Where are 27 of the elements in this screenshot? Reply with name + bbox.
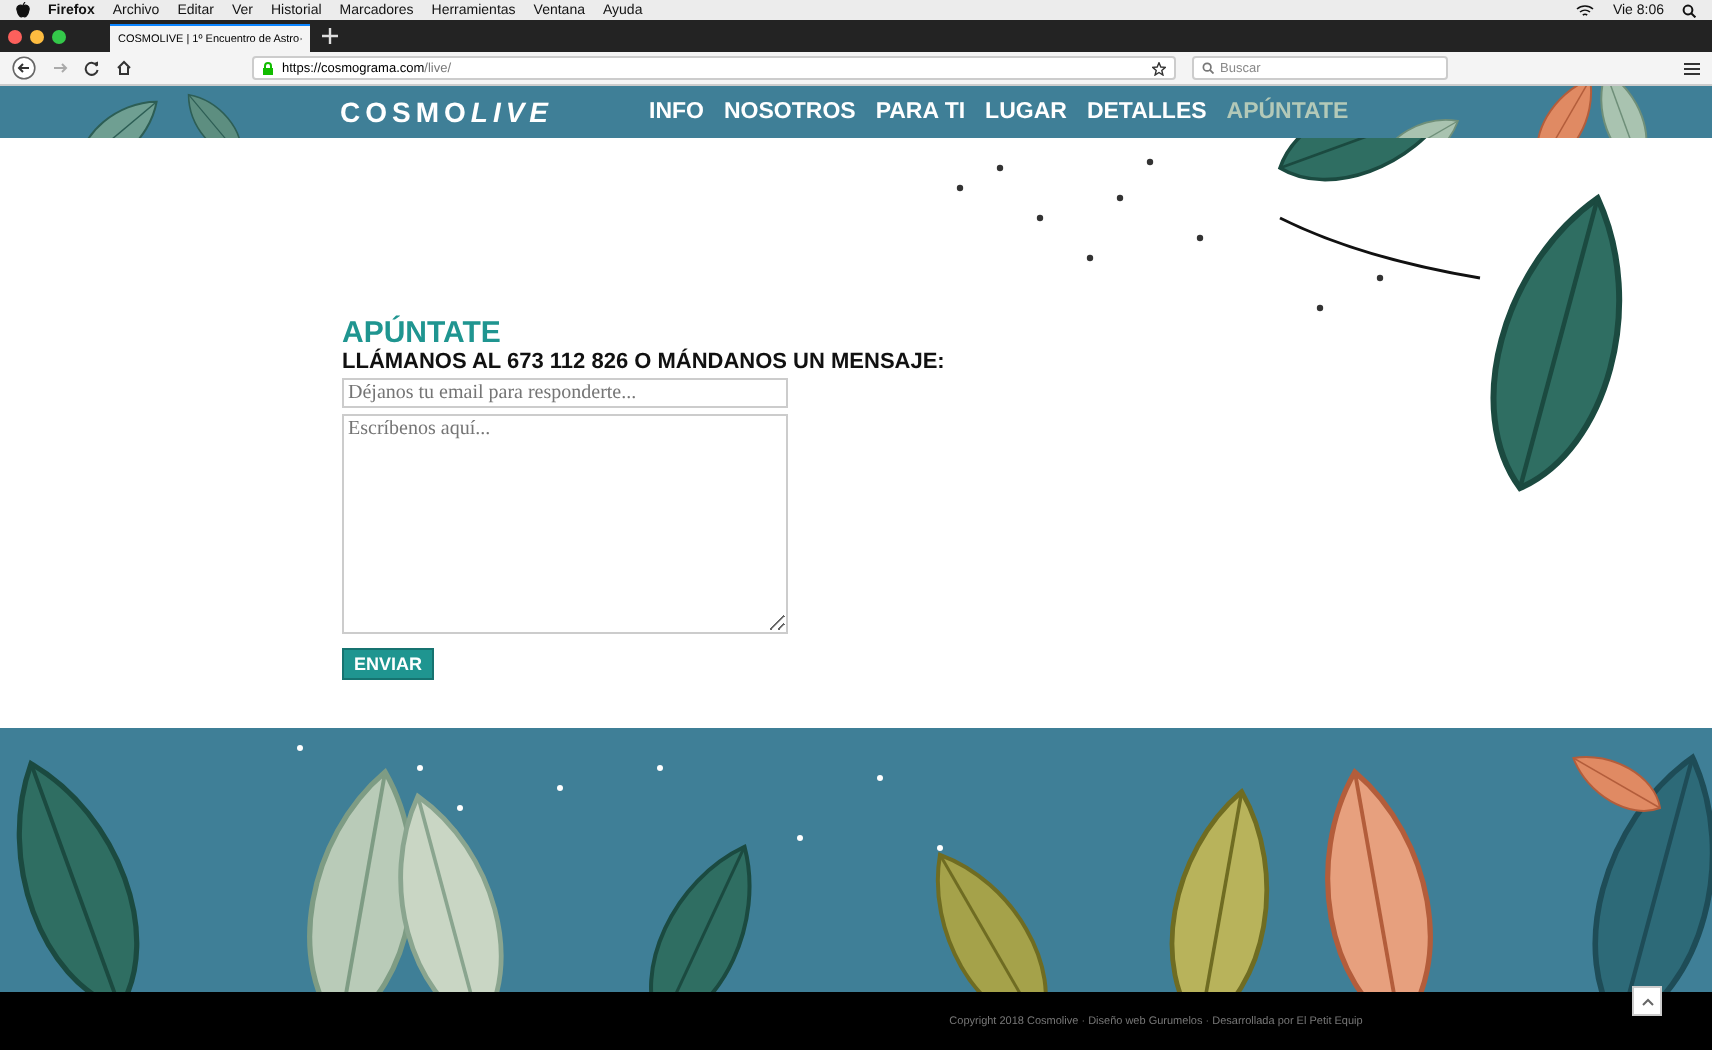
search-icon[interactable]	[1682, 3, 1696, 17]
scroll-top-button[interactable]	[1632, 986, 1662, 1016]
close-window-button[interactable]	[8, 29, 22, 43]
nav-link[interactable]: INFO	[649, 100, 704, 124]
back-icon[interactable]	[12, 56, 36, 80]
section-heading: APÚNTATE	[342, 318, 503, 350]
search-icon	[1202, 62, 1214, 74]
nav-link[interactable]: LUGAR	[985, 100, 1067, 124]
menu-icon[interactable]	[1684, 61, 1700, 75]
star-icon[interactable]	[1152, 61, 1166, 75]
wifi-icon[interactable]	[1576, 3, 1595, 17]
nav-link[interactable]: NOSOTROS	[724, 100, 856, 124]
lock-icon	[262, 61, 274, 75]
nav-link[interactable]: PARA TI	[875, 100, 966, 124]
reload-icon[interactable]	[84, 60, 100, 76]
site-logo[interactable]: COSMO LIVE	[340, 96, 554, 128]
submit-button[interactable]: ENVIAR	[342, 648, 435, 680]
new-tab-icon[interactable]	[322, 28, 338, 44]
message-field[interactable]: Escríbenos aquí...	[342, 414, 788, 634]
nav-link[interactable]: DETALLES	[1086, 100, 1207, 124]
contact-subheading: LLÁMANOS AL 673 112 826 O MÁNDANOS UN MENSAJE:	[342, 350, 947, 374]
chevron-up-icon	[1641, 997, 1653, 1005]
home-icon[interactable]	[116, 60, 132, 76]
apple-icon[interactable]	[16, 2, 30, 18]
minimize-window-button[interactable]	[30, 29, 44, 43]
email-field[interactable]: Déjanos tu email para responderte...	[342, 378, 788, 408]
zoom-window-button[interactable]	[52, 29, 66, 43]
